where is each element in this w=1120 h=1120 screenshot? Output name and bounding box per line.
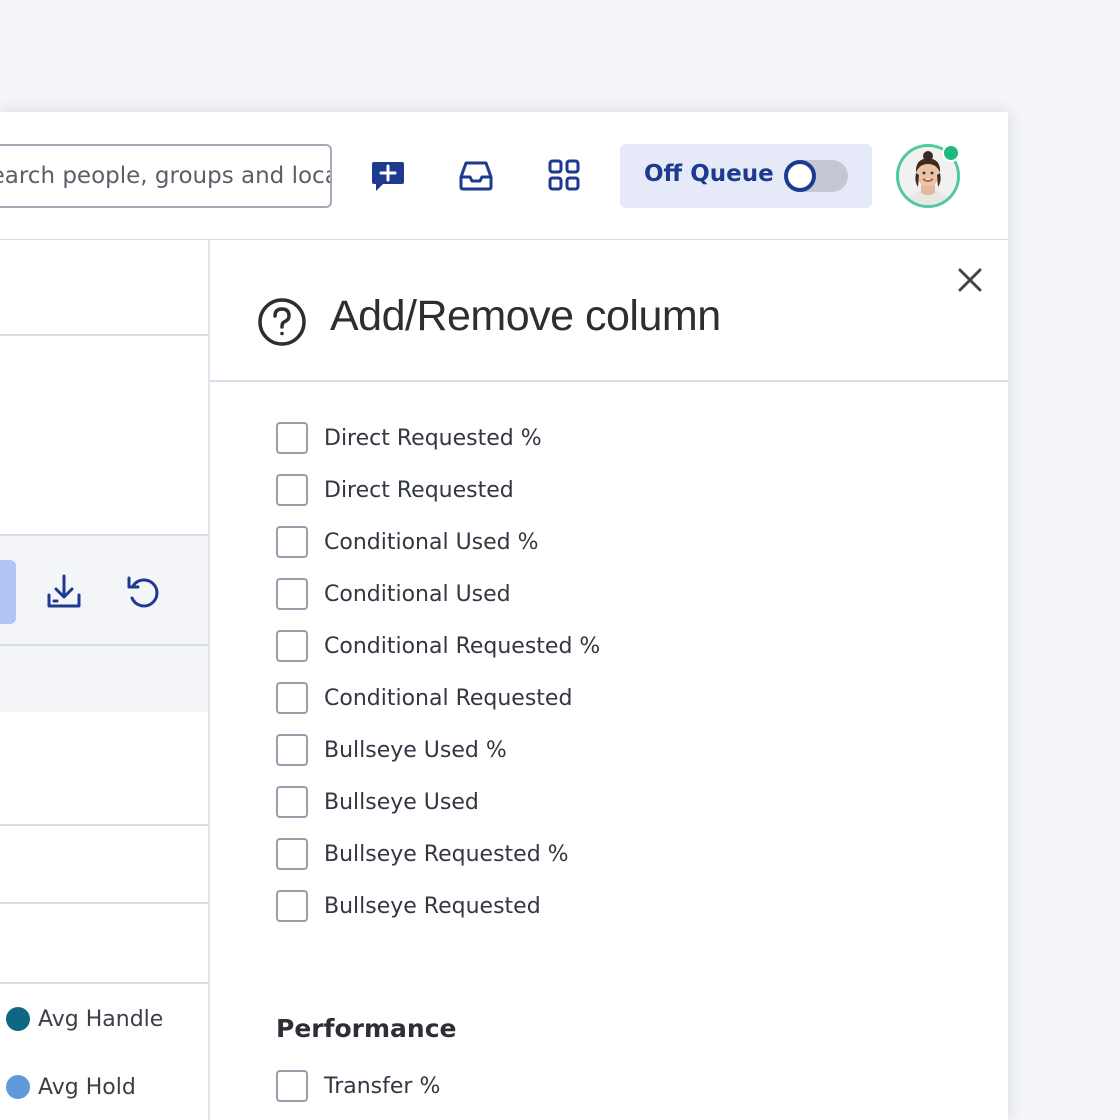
checkbox[interactable]	[276, 682, 308, 714]
column-option-direct-requested-pct[interactable]: Direct Requested %	[276, 422, 542, 454]
search-input[interactable]	[0, 146, 330, 206]
legend-item-avg-handle: Avg Handle	[6, 1004, 163, 1034]
reset-icon[interactable]	[124, 572, 164, 612]
table-row-divider	[0, 824, 208, 826]
checkbox[interactable]	[276, 474, 308, 506]
section-title-performance: Performance	[276, 1014, 457, 1043]
checkbox-label: Conditional Requested	[324, 685, 573, 711]
column-option-conditional-used-pct[interactable]: Conditional Used %	[276, 526, 539, 558]
apps-grid-icon[interactable]	[544, 156, 584, 196]
checkbox[interactable]	[276, 890, 308, 922]
checkbox[interactable]	[276, 786, 308, 818]
checkbox-label: Direct Requested	[324, 477, 514, 503]
checkbox[interactable]	[276, 838, 308, 870]
search-box[interactable]	[0, 144, 332, 208]
column-option-bullseye-used[interactable]: Bullseye Used	[276, 786, 479, 818]
table-header-row	[0, 646, 208, 712]
column-option-conditional-requested-pct[interactable]: Conditional Requested %	[276, 630, 600, 662]
drawer-title: Add/Remove column	[330, 292, 721, 340]
checkbox-label: Conditional Used	[324, 581, 511, 607]
checkbox-label: Bullseye Requested %	[324, 841, 569, 867]
legend-item-avg-hold: Avg Hold	[6, 1072, 136, 1102]
main-content-area: Avg Handle Avg Hold	[0, 240, 208, 1120]
legend-label: Avg Handle	[38, 1006, 164, 1032]
table-row-divider	[0, 982, 208, 984]
help-icon[interactable]	[256, 296, 308, 348]
column-option-direct-requested[interactable]: Direct Requested	[276, 474, 514, 506]
user-avatar-button[interactable]	[896, 144, 960, 208]
column-option-transfer-pct[interactable]: Transfer %	[276, 1070, 440, 1102]
column-option-bullseye-requested[interactable]: Bullseye Requested	[276, 890, 541, 922]
queue-switch[interactable]	[784, 160, 848, 192]
checkbox-label: Bullseye Requested	[324, 893, 541, 919]
legend-swatch	[6, 1075, 30, 1099]
checkbox[interactable]	[276, 1070, 308, 1102]
report-toolbar	[0, 534, 208, 646]
checkbox[interactable]	[276, 578, 308, 610]
inbox-icon[interactable]	[456, 156, 496, 196]
drawer-header: Add/Remove column	[210, 240, 1008, 382]
legend-label: Avg Hold	[38, 1074, 136, 1100]
checkbox[interactable]	[276, 734, 308, 766]
app-window: Off Queue	[0, 112, 1008, 1120]
checkbox[interactable]	[276, 422, 308, 454]
top-header: Off Queue	[0, 112, 1008, 240]
checkbox-label: Bullseye Used	[324, 789, 479, 815]
close-icon[interactable]	[954, 264, 986, 296]
primary-action-button[interactable]	[0, 560, 16, 624]
presence-status-dot	[942, 144, 960, 162]
checkbox-label: Conditional Requested %	[324, 633, 601, 659]
checkbox-label: Conditional Used %	[324, 529, 539, 555]
checkbox-label: Bullseye Used %	[324, 737, 507, 763]
queue-status-toggle[interactable]: Off Queue	[620, 144, 872, 208]
checkbox[interactable]	[276, 526, 308, 558]
divider	[0, 334, 208, 336]
column-option-bullseye-used-pct[interactable]: Bullseye Used %	[276, 734, 507, 766]
column-option-conditional-used[interactable]: Conditional Used	[276, 578, 511, 610]
new-message-icon[interactable]	[368, 156, 408, 196]
add-remove-column-drawer: Add/Remove column Direct Requested % Dir…	[208, 240, 1008, 1120]
checkbox[interactable]	[276, 630, 308, 662]
download-icon[interactable]	[44, 572, 84, 612]
queue-status-label: Off Queue	[644, 161, 774, 187]
queue-switch-knob	[784, 160, 816, 192]
column-option-conditional-requested[interactable]: Conditional Requested	[276, 682, 572, 714]
legend-swatch	[6, 1007, 30, 1031]
checkbox-label: Transfer %	[324, 1073, 441, 1099]
checkbox-label: Direct Requested %	[324, 425, 542, 451]
column-option-bullseye-requested-pct[interactable]: Bullseye Requested %	[276, 838, 569, 870]
table-row-divider	[0, 902, 208, 904]
